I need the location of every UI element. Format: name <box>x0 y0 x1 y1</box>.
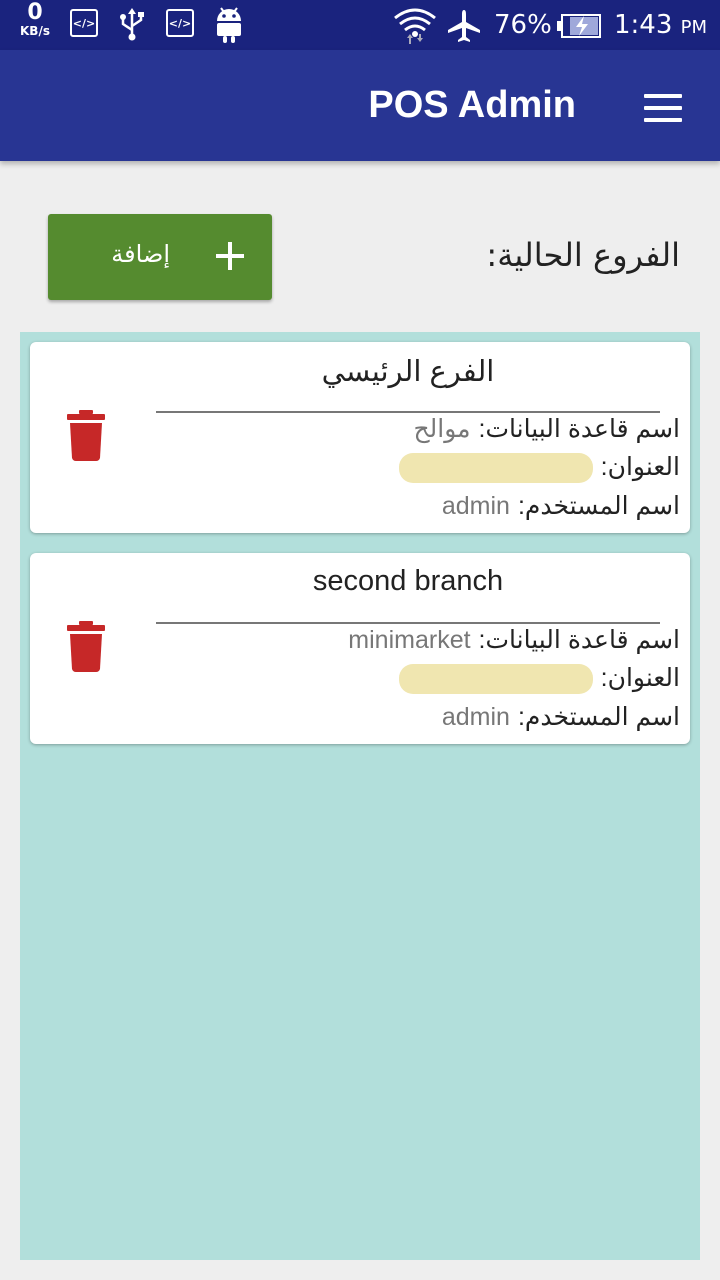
branch-card[interactable]: second branch اسم قاعدة البيانات:minimar… <box>30 553 690 744</box>
clock-ampm: PM <box>680 17 708 38</box>
branch-card[interactable]: الفرع الرئيسي اسم قاعدة البيانات:موالح ا… <box>30 342 690 533</box>
menu-button[interactable] <box>628 80 700 136</box>
network-speed-unit: KB/s <box>20 24 50 38</box>
address-row: العنوان: <box>398 452 680 486</box>
username-label: اسم المستخدم: <box>517 492 680 520</box>
divider <box>156 622 660 624</box>
android-icon <box>214 6 244 48</box>
branch-list: الفرع الرئيسي اسم قاعدة البيانات:موالح ا… <box>20 332 700 1260</box>
divider <box>156 411 660 413</box>
status-bar: 0 KB/s </> </> 76% 1:43 PM <box>0 0 720 50</box>
username-value: admin <box>441 703 510 731</box>
database-value: minimarket <box>348 626 471 654</box>
username-row: اسم المستخدم:admin <box>442 491 680 525</box>
trash-icon <box>67 410 105 461</box>
usb-icon <box>117 8 147 46</box>
add-branch-label: إضافة <box>111 240 170 268</box>
delete-branch-button[interactable] <box>66 410 106 462</box>
add-branch-button[interactable]: إضافة <box>48 214 272 300</box>
wifi-icon <box>392 6 438 50</box>
database-label: اسم قاعدة البيانات: <box>478 626 680 654</box>
code-icon: </> <box>166 9 194 37</box>
username-row: اسم المستخدم:admin <box>442 702 680 736</box>
clock-time: 1:43 <box>614 10 673 40</box>
battery-charging-icon <box>556 13 602 43</box>
network-speed-value: 0 <box>27 0 43 25</box>
address-label: العنوان: <box>600 453 680 481</box>
username-value: admin <box>441 492 510 520</box>
airplane-icon <box>446 8 482 48</box>
database-value: موالح <box>413 415 471 443</box>
section-title: الفروع الحالية: <box>486 236 680 274</box>
code-icon: </> <box>70 9 98 37</box>
network-speed: 0 KB/s <box>12 0 58 38</box>
clock: 1:43 PM <box>614 10 707 40</box>
delete-branch-button[interactable] <box>66 621 106 673</box>
trash-icon <box>67 621 105 672</box>
database-row: اسم قاعدة البيانات:موالح <box>414 414 680 448</box>
app-title: POS Admin <box>368 84 576 126</box>
address-redacted <box>398 453 593 484</box>
address-row: العنوان: <box>398 663 680 697</box>
database-row: اسم قاعدة البيانات:minimarket <box>348 625 680 659</box>
branch-name: الفرع الرئيسي <box>321 356 495 388</box>
address-label: العنوان: <box>600 664 680 692</box>
app-bar: POS Admin <box>0 50 720 161</box>
database-label: اسم قاعدة البيانات: <box>478 415 680 443</box>
username-label: اسم المستخدم: <box>517 703 680 731</box>
branch-name: second branch <box>312 565 504 597</box>
plus-icon <box>214 240 246 276</box>
battery-percentage: 76% <box>494 10 552 40</box>
address-redacted <box>398 664 593 695</box>
